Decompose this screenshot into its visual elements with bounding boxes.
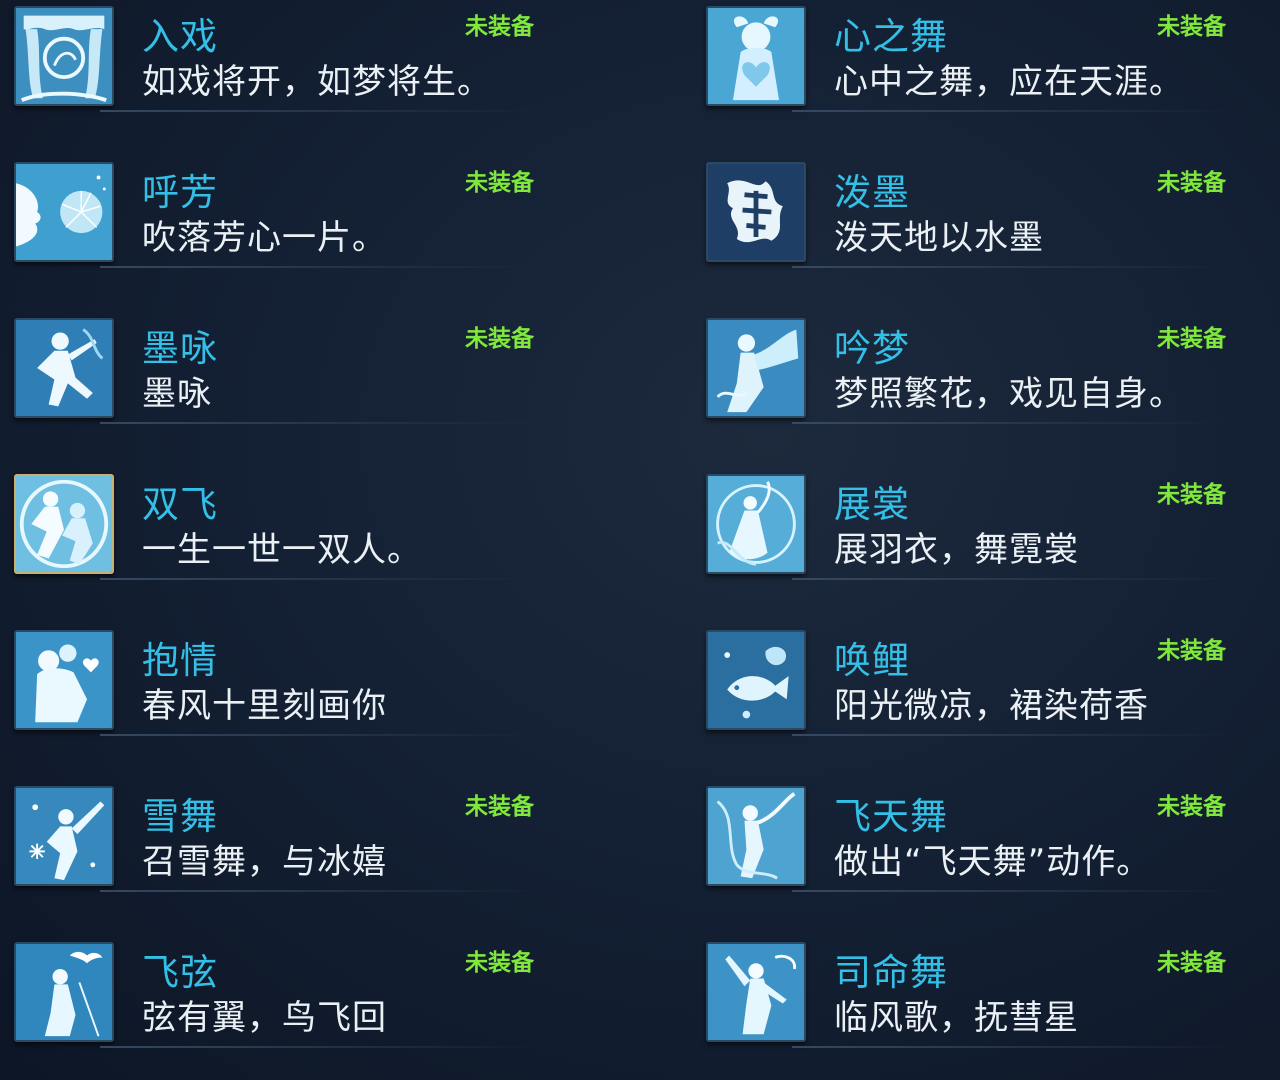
skill-name: 抱情	[142, 639, 218, 682]
fate-dancer-icon	[706, 942, 806, 1042]
skill-entry-feitianwu[interactable]: 飞天舞 做出“飞天舞”动作。 未装备	[692, 780, 1232, 900]
dreaming-dancer-icon	[706, 318, 806, 418]
skill-name: 唤鲤	[834, 639, 910, 682]
skill-entry-xuewu[interactable]: 雪舞 召雪舞，与冰嬉 未装备	[0, 780, 540, 900]
stage-curtain-icon	[14, 6, 114, 106]
equip-status: 未装备	[1157, 326, 1226, 352]
skill-description: 吹落芳心一片。	[142, 218, 387, 258]
equip-status: 未装备	[465, 794, 534, 820]
heart-dancer-icon	[706, 6, 806, 106]
skill-entry-pomo[interactable]: 泼墨 泼天地以水墨 未装备	[692, 156, 1232, 276]
skill-description: 展羽衣，舞霓裳	[834, 530, 1079, 570]
embrace-heart-icon	[14, 630, 114, 730]
skill-name: 双飞	[142, 483, 218, 526]
skill-description: 墨咏	[142, 374, 212, 414]
skill-entry-huanli[interactable]: 唤鲤 阳光微凉，裙染荷香 未装备	[692, 624, 1232, 744]
dandelion-blow-icon	[14, 162, 114, 262]
skill-name: 呼芳	[142, 171, 218, 214]
flying-apsara-icon	[706, 786, 806, 886]
equip-status: 未装备	[1157, 170, 1226, 196]
equip-status: 未装备	[465, 950, 534, 976]
snow-dance-icon	[14, 786, 114, 886]
skill-name: 泼墨	[834, 171, 910, 214]
skill-description: 弦有翼，鸟飞回	[142, 998, 387, 1038]
koi-fish-icon	[706, 630, 806, 730]
skill-description: 如戏将开，如梦将生。	[142, 62, 492, 102]
skill-name: 展裳	[834, 483, 910, 526]
equip-status: 未装备	[1157, 794, 1226, 820]
skill-entry-shuangfei[interactable]: 双飞 一生一世一双人。	[0, 468, 540, 588]
skill-name: 雪舞	[142, 795, 218, 838]
skill-description: 春风十里刻画你	[142, 686, 387, 726]
skill-entry-zhanchang[interactable]: 展裳 展羽衣，舞霓裳 未装备	[692, 468, 1232, 588]
skill-entry-hufang[interactable]: 呼芳 吹落芳心一片。 未装备	[0, 156, 540, 276]
equip-status: 未装备	[465, 326, 534, 352]
skill-name: 飞弦	[142, 951, 218, 994]
bird-string-icon	[14, 942, 114, 1042]
skill-description: 梦照繁花，戏见自身。	[834, 374, 1184, 414]
skill-description: 临风歌，抚彗星	[834, 998, 1079, 1038]
skill-entry-moyong[interactable]: 墨咏 墨咏 未装备	[0, 312, 540, 432]
skill-description: 做出“飞天舞”动作。	[834, 842, 1152, 882]
skill-name: 吟梦	[834, 327, 910, 370]
ink-splash-icon	[706, 162, 806, 262]
skill-entry-ruxi[interactable]: 入戏 如戏将开，如梦将生。 未装备	[0, 0, 540, 120]
skill-description: 一生一世一双人。	[142, 530, 422, 570]
skill-name: 飞天舞	[834, 795, 948, 838]
skill-name: 心之舞	[834, 15, 948, 58]
skill-name: 墨咏	[142, 327, 218, 370]
skill-description: 阳光微凉，裙染荷香	[834, 686, 1149, 726]
skill-entry-xinzhiwu[interactable]: 心之舞 心中之舞，应在天涯。 未装备	[692, 0, 1232, 120]
skill-description: 泼天地以水墨	[834, 218, 1044, 258]
equip-status: 未装备	[1157, 638, 1226, 664]
skill-entry-feixian[interactable]: 飞弦 弦有翼，鸟飞回 未装备	[0, 936, 540, 1056]
emote-skill-panel: 入戏 如戏将开，如梦将生。 未装备 心之舞 心中之舞，应在天涯。 未装备 呼芳 …	[0, 0, 1280, 1080]
equip-status: 未装备	[465, 170, 534, 196]
ink-poet-icon	[14, 318, 114, 418]
skill-description: 心中之舞，应在天涯。	[834, 62, 1184, 102]
equip-status: 未装备	[1157, 482, 1226, 508]
couple-flying-icon	[14, 474, 114, 574]
equip-status: 未装备	[1157, 14, 1226, 40]
skill-entry-yinmeng[interactable]: 吟梦 梦照繁花，戏见自身。 未装备	[692, 312, 1232, 432]
skill-entry-baoqing[interactable]: 抱情 春风十里刻画你	[0, 624, 540, 744]
skill-entry-simingwu[interactable]: 司命舞 临风歌，抚彗星 未装备	[692, 936, 1232, 1056]
equip-status: 未装备	[1157, 950, 1226, 976]
skill-name: 入戏	[142, 15, 218, 58]
feather-robe-icon	[706, 474, 806, 574]
skill-description: 召雪舞，与冰嬉	[142, 842, 387, 882]
equip-status: 未装备	[465, 14, 534, 40]
skill-name: 司命舞	[834, 951, 948, 994]
